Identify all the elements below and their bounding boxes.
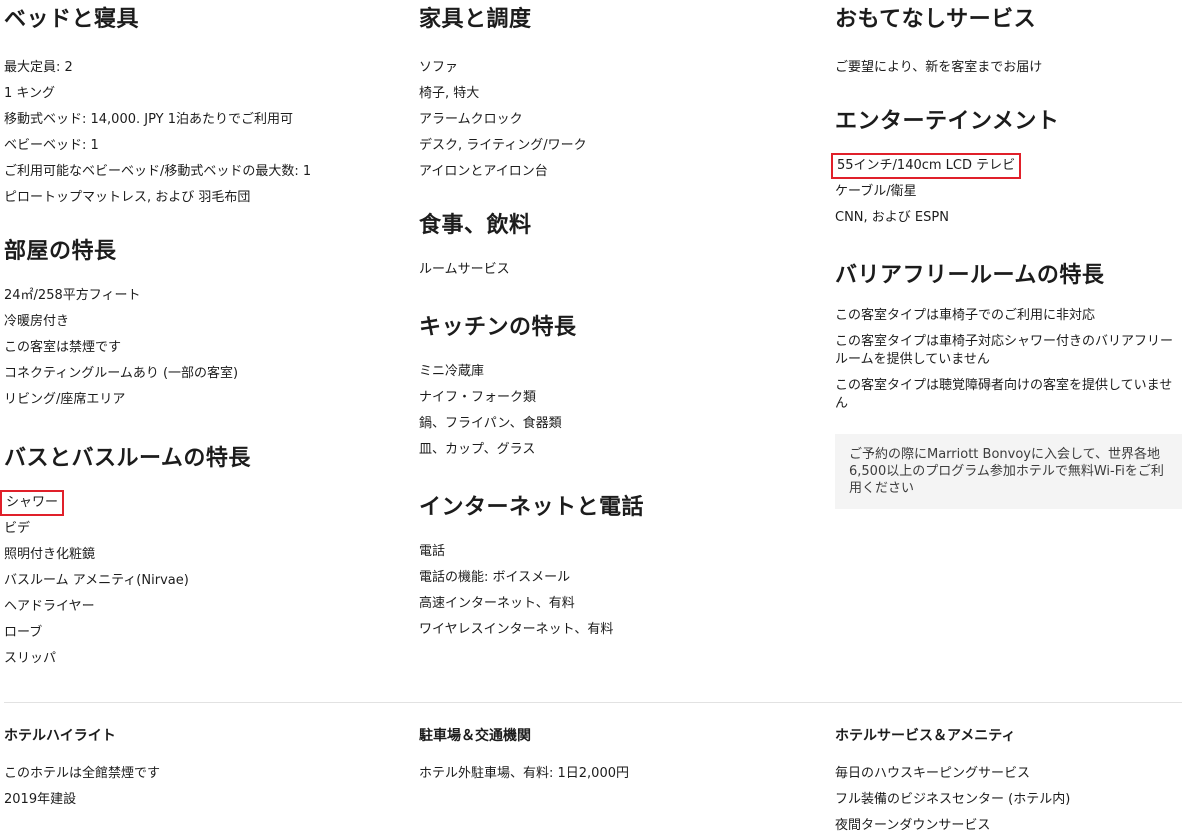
list-item: ご要望により、新を客室までお届け — [835, 60, 1043, 75]
list-item: ケーブル/衛星 — [835, 184, 917, 199]
section-title-room: 部屋の特長 — [4, 239, 117, 264]
list-item: アイロンとアイロン台 — [419, 164, 548, 179]
section-hospitality: おもてなしサービス ご要望により、新を客室までお届け — [835, 5, 1180, 81]
hospitality-list: ご要望により、新を客室までお届け — [835, 55, 1180, 81]
footer-parking: 駐車場＆交通機関 ホテル外駐車場、有料: 1日2,000円 — [419, 725, 819, 787]
list-item: 皿、カップ、グラス — [419, 442, 536, 457]
food-list: ルームサービス — [419, 257, 819, 283]
footer-hotel-services: ホテルサービス＆アメニティ 毎日のハウスキーピングサービス フル装備のビジネスセ… — [835, 725, 1180, 839]
services-list: 毎日のハウスキーピングサービス フル装備のビジネスセンター (ホテル内) 夜間タ… — [835, 761, 1180, 839]
list-item: ローブ — [4, 625, 43, 640]
section-title-furniture: 家具と調度 — [419, 7, 532, 32]
list-item: 照明付き化粧鏡 — [4, 547, 96, 562]
list-item: 冷暖房付き — [4, 314, 70, 329]
section-internet-phone: インターネットと電話 電話 電話の機能: ボイスメール 高速インターネット、有料… — [419, 493, 819, 643]
accessible-list: この客室タイプは車椅子でのご利用に非対応 この客室タイプは車椅子対応シャワー付き… — [835, 307, 1180, 413]
footer-hotel-highlights: ホテルハイライト このホテルは全館禁煙です 2019年建設 — [4, 725, 404, 813]
list-item: 毎日のハウスキーピングサービス — [835, 766, 1031, 781]
section-title-internet: インターネットと電話 — [419, 495, 645, 520]
section-title-kitchen: キッチンの特長 — [419, 315, 577, 340]
list-item: 電話 — [419, 544, 446, 559]
list-item: バスルーム アメニティ(Nirvae) — [4, 573, 189, 588]
list-item: この客室は禁煙です — [4, 340, 122, 355]
room-list: 24㎡/258平方フィート 冷暖房付き この客室は禁煙です コネクティングルーム… — [4, 283, 404, 413]
list-item: リビング/座席エリア — [4, 392, 126, 407]
list-item: フル装備のビジネスセンター (ホテル内) — [835, 792, 1071, 807]
list-item: ホテル外駐車場、有料: 1日2,000円 — [419, 766, 629, 781]
parking-list: ホテル外駐車場、有料: 1日2,000円 — [419, 761, 819, 787]
list-item: ベビーベッド: 1 — [4, 138, 99, 153]
list-item: 1 キング — [4, 86, 56, 101]
section-entertainment: エンターテインメント 55インチ/140cm LCD テレビ ケーブル/衛星 C… — [830, 107, 1180, 231]
section-title-accessible: バリアフリールームの特長 — [835, 263, 1105, 288]
section-food-beverage: 食事、飲料 ルームサービス — [419, 211, 819, 283]
section-room-features: 部屋の特長 24㎡/258平方フィート 冷暖房付き この客室は禁煙です コネクテ… — [4, 237, 404, 413]
list-item: ご利用可能なベビーベッド/移動式ベッドの最大数: 1 — [4, 164, 312, 179]
list-item: スリッパ — [4, 651, 57, 666]
list-item: アラームクロック — [419, 112, 523, 127]
list-item: ソファ — [419, 60, 459, 75]
list-item: この客室タイプは車椅子でのご利用に非対応 — [835, 308, 1096, 323]
section-kitchen: キッチンの特長 ミニ冷蔵庫 ナイフ・フォーク類 鍋、フライパン、食器類 皿、カッ… — [419, 313, 819, 463]
list-item: 55インチ/140cm LCD テレビ — [830, 153, 1180, 179]
section-bath-features: バスとバスルームの特長 シャワー ビデ 照明付き化粧鏡 バスルーム アメニティ(… — [0, 444, 404, 672]
bed-list: 最大定員: 2 1 キング 移動式ベッド: 14,000. JPY 1泊あたりで… — [4, 55, 404, 211]
section-title-bed: ベッドと寝具 — [4, 7, 140, 32]
list-item: ヘアドライヤー — [4, 599, 95, 614]
list-item: ミニ冷蔵庫 — [419, 364, 485, 379]
section-furniture: 家具と調度 ソファ 椅子, 特大 アラームクロック デスク, ライティング/ワー… — [419, 5, 819, 185]
list-item: 2019年建設 — [4, 792, 77, 807]
section-title-food: 食事、飲料 — [419, 213, 532, 238]
footer-title-highlights: ホテルハイライト — [4, 728, 116, 744]
highlighted-shower-item: シャワー — [0, 490, 65, 516]
list-item: 最大定員: 2 — [4, 60, 73, 75]
section-title-hospitality: おもてなしサービス — [835, 7, 1037, 32]
list-item: 高速インターネット、有料 — [419, 596, 575, 611]
list-item: このホテルは全館禁煙です — [4, 766, 161, 781]
list-item: 電話の機能: ボイスメール — [419, 570, 571, 585]
highlighted-tv-item: 55インチ/140cm LCD テレビ — [830, 153, 1022, 179]
list-item: CNN, および ESPN — [835, 210, 949, 225]
bath-list: シャワー ビデ 照明付き化粧鏡 バスルーム アメニティ(Nirvae) ヘアドラ… — [0, 490, 404, 672]
highlights-list: このホテルは全館禁煙です 2019年建設 — [4, 761, 404, 813]
entertainment-list: 55インチ/140cm LCD テレビ ケーブル/衛星 CNN, および ESP… — [830, 153, 1180, 231]
footer-title-services: ホテルサービス＆アメニティ — [835, 728, 1016, 744]
list-item: この客室タイプは車椅子対応シャワー付きのバリアフリールームを提供していません — [835, 334, 1174, 367]
section-divider — [4, 702, 1182, 703]
bonvoy-wifi-note: ご予約の際にMarriott Bonvoyに入会して、世界各地6,500以上のプ… — [835, 434, 1182, 509]
list-item: 移動式ベッド: 14,000. JPY 1泊あたりでご利用可 — [4, 112, 293, 127]
list-item: この客室タイプは聴覚障碍者向けの客室を提供していません — [835, 378, 1173, 411]
list-item: ビデ — [4, 521, 31, 536]
section-title-entertainment: エンターテインメント — [835, 109, 1060, 134]
section-bed-and-bedding: ベッドと寝具 最大定員: 2 1 キング 移動式ベッド: 14,000. JPY… — [4, 5, 404, 211]
list-item: 鍋、フライパン、食器類 — [419, 416, 562, 431]
list-item: シャワー — [0, 490, 404, 516]
list-item: コネクティングルームあり (一部の客室) — [4, 366, 239, 381]
list-item: ワイヤレスインターネット、有料 — [419, 622, 614, 637]
section-title-bath: バスとバスルームの特長 — [4, 446, 251, 471]
footer-title-parking: 駐車場＆交通機関 — [419, 728, 531, 744]
list-item: ピロートップマットレス, および 羽毛布団 — [4, 190, 251, 205]
section-accessible-room: バリアフリールームの特長 この客室タイプは車椅子でのご利用に非対応 この客室タイ… — [835, 261, 1180, 421]
list-item: 24㎡/258平方フィート — [4, 288, 141, 303]
kitchen-list: ミニ冷蔵庫 ナイフ・フォーク類 鍋、フライパン、食器類 皿、カップ、グラス — [419, 359, 819, 463]
list-item: ナイフ・フォーク類 — [419, 390, 537, 405]
list-item: 夜間ターンダウンサービス — [835, 818, 991, 833]
furniture-list: ソファ 椅子, 特大 アラームクロック デスク, ライティング/ワーク アイロン… — [419, 55, 819, 185]
internet-list: 電話 電話の機能: ボイスメール 高速インターネット、有料 ワイヤレスインターネ… — [419, 539, 819, 643]
list-item: ルームサービス — [419, 262, 510, 277]
list-item: デスク, ライティング/ワーク — [419, 138, 587, 153]
list-item: 椅子, 特大 — [419, 86, 480, 101]
